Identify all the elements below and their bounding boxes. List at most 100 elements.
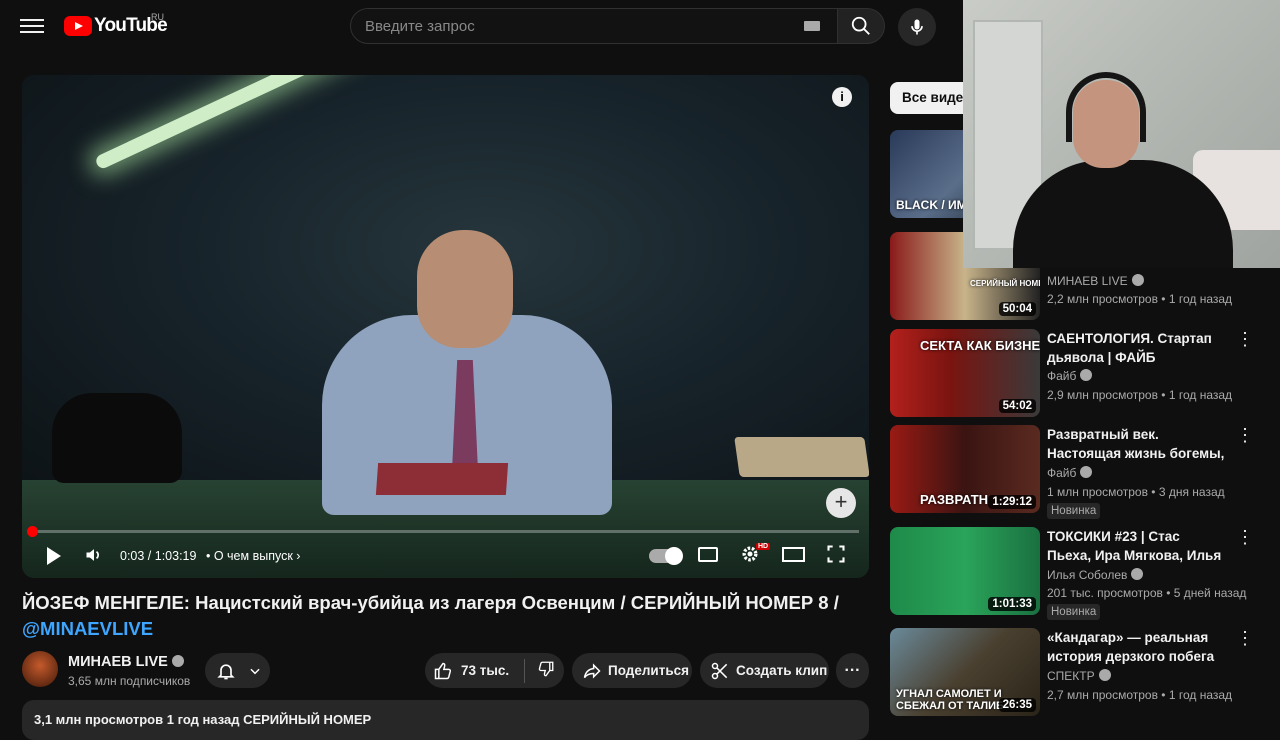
play-icon[interactable]	[47, 547, 61, 565]
microphone-icon	[911, 19, 923, 35]
menu-icon[interactable]	[20, 16, 44, 36]
video-folder	[375, 463, 509, 495]
notification-button[interactable]	[205, 653, 270, 688]
more-vert-icon[interactable]: ⋮	[1236, 629, 1254, 648]
thumbnail-text: УГНАЛ САМОЛЕТ И СБЕЖАЛ ОТ ТАЛИБ	[896, 688, 1004, 712]
player-controls: 0:03 / 1:03:19 • О чем выпуск › HD	[22, 541, 869, 571]
list-item[interactable]: УГНАЛ САМОЛЕТ И СБЕЖАЛ ОТ ТАЛИБ 26:35 «К…	[890, 628, 1270, 718]
video-title[interactable]: Развратный век. Настоящая жизнь богемы, …	[1047, 425, 1227, 463]
create-clip-button[interactable]: Создать клип	[700, 653, 829, 688]
bell-icon	[217, 663, 235, 679]
video-thumbnail[interactable]: СЕКТА КАК БИЗНЕС 54:02	[890, 329, 1040, 417]
channel-name[interactable]: Илья Соболев	[1047, 568, 1144, 582]
chapter-button[interactable]: • О чем выпуск ›	[206, 549, 300, 563]
channel-name-text: Файб	[1047, 466, 1077, 480]
info-icon[interactable]: i	[832, 87, 852, 107]
autoplay-toggle[interactable]	[649, 547, 683, 565]
channel-name[interactable]: МИНАЕВ LIVE	[68, 654, 184, 670]
status-badge: Новинка	[1047, 604, 1101, 620]
video-presenter-head	[417, 230, 513, 348]
voice-search-button[interactable]	[898, 8, 936, 46]
channel-name[interactable]: МИНАЕВ LIVE	[1047, 274, 1144, 288]
subscriber-count: 3,65 млн подписчиков	[68, 674, 191, 688]
duration-badge: 1:01:33	[988, 597, 1036, 611]
video-meta: 2,7 млн просмотров • 1 год назад	[1047, 688, 1233, 702]
duration-badge: 54:02	[998, 399, 1036, 413]
like-divider	[524, 659, 525, 683]
video-meta: 2,9 млн просмотров • 1 год назад	[1047, 388, 1233, 402]
share-button[interactable]: Поделиться	[572, 653, 692, 688]
theater-mode-icon[interactable]	[782, 547, 805, 562]
channel-name-text: МИНАЕВ LIVE	[1047, 274, 1128, 288]
list-item[interactable]: 1:01:33 ТОКСИКИ #23 | Стас Пьеха, Ира Мя…	[890, 527, 1270, 620]
video-thumbnail[interactable]: 1:01:33	[890, 527, 1040, 615]
channel-name-text: СПЕКТР	[1047, 669, 1095, 683]
headphones-icon	[1066, 72, 1146, 142]
like-count: 73 тыс.	[461, 663, 510, 678]
video-player[interactable]: i + 0:03 / 1:03:19 • О чем выпуск › HD	[22, 75, 869, 578]
avatar[interactable]	[22, 651, 58, 687]
time-display: 0:03 / 1:03:19	[120, 549, 197, 563]
channel-name[interactable]: Файб	[1047, 369, 1093, 383]
video-phone	[52, 393, 182, 483]
video-meta: 2,2 млн просмотров • 1 год назад	[1047, 292, 1233, 306]
verified-icon	[1080, 466, 1093, 478]
more-vert-icon[interactable]: ⋮	[1236, 330, 1254, 349]
add-to-playlist-icon[interactable]: +	[826, 488, 856, 518]
like-dislike-group: 73 тыс.	[425, 653, 564, 688]
status-badge: Новинка	[1047, 503, 1101, 519]
search-button[interactable]	[837, 8, 885, 44]
video-title[interactable]: «Кандагар» — реальная история дерзкого п…	[1047, 628, 1227, 666]
channel-name[interactable]: Файб	[1047, 466, 1093, 480]
channel-name[interactable]: СПЕКТР	[1047, 669, 1111, 683]
hd-badge: HD	[756, 543, 771, 550]
chapter-label: • О чем выпуск	[206, 549, 293, 563]
subtitles-icon[interactable]	[698, 547, 718, 562]
more-actions-button[interactable]: ···	[836, 653, 869, 688]
video-papers	[734, 437, 869, 477]
search-box	[350, 8, 838, 44]
fullscreen-icon[interactable]	[826, 544, 846, 564]
duration-badge: 50:04	[998, 302, 1036, 316]
channel-name-text: Файб	[1047, 369, 1077, 383]
channel-name-text: МИНАЕВ LIVE	[68, 654, 168, 670]
thumbs-up-icon	[434, 662, 452, 679]
channel-name-text: Илья Соболев	[1047, 568, 1128, 582]
more-vert-icon[interactable]: ⋮	[1236, 528, 1254, 547]
progress-bar[interactable]	[32, 530, 859, 533]
region-code: RU	[151, 12, 164, 22]
keyboard-icon[interactable]	[804, 21, 820, 31]
clip-label: Создать клип	[736, 663, 828, 678]
duration-badge: 26:35	[998, 698, 1036, 712]
hashtag-link[interactable]: @MINAEVLIVE	[22, 618, 153, 639]
youtube-play-icon	[64, 16, 92, 36]
dislike-button[interactable]	[537, 660, 555, 681]
chevron-down-icon	[250, 668, 260, 674]
description-box[interactable]: 3,1 млн просмотров 1 год назад СЕРИЙНЫЙ …	[22, 700, 869, 740]
list-item[interactable]: РАЗВРАТН 1:29:12 Развратный век. Настоящ…	[890, 425, 1270, 519]
share-icon	[583, 662, 601, 679]
more-vert-icon[interactable]: ⋮	[1236, 426, 1254, 445]
video-title[interactable]: ТОКСИКИ #23 | Стас Пьеха, Ира Мягкова, И…	[1047, 527, 1227, 565]
video-thumbnail[interactable]: УГНАЛ САМОЛЕТ И СБЕЖАЛ ОТ ТАЛИБ 26:35	[890, 628, 1040, 716]
volume-icon[interactable]	[84, 545, 104, 565]
scissors-icon	[711, 662, 728, 679]
like-button[interactable]: 73 тыс.	[433, 661, 523, 681]
video-meta: 201 тыс. просмотров • 5 дней назад	[1047, 586, 1247, 600]
video-thumbnail[interactable]: РАЗВРАТН 1:29:12	[890, 425, 1040, 513]
video-title[interactable]: САЕНТОЛОГИЯ. Стартап дьявола | ФАЙБ	[1047, 329, 1227, 367]
verified-icon	[1080, 369, 1093, 381]
video-meta: 1 млн просмотров • 3 дня назад	[1047, 485, 1225, 499]
thumbnail-text: РАЗВРАТН	[920, 492, 989, 507]
share-label: Поделиться	[608, 663, 690, 678]
thumbnail-text: СЕРИЙНЫЙ НОМЕР	[970, 279, 1040, 288]
thumbs-down-icon	[538, 661, 554, 677]
verified-icon	[1098, 669, 1111, 681]
verified-icon	[1131, 274, 1144, 286]
progress-scrubber[interactable]	[27, 526, 38, 537]
list-item[interactable]: СЕКТА КАК БИЗНЕС 54:02 САЕНТОЛОГИЯ. Стар…	[890, 329, 1270, 419]
search-input[interactable]	[365, 9, 785, 43]
more-actions-label: ···	[844, 661, 861, 679]
video-title: ЙОЗЕФ МЕНГЕЛЕ: Нацистский врач-убийца из…	[22, 590, 872, 642]
thumbnail-text: СЕКТА КАК БИЗНЕС	[920, 338, 1040, 353]
